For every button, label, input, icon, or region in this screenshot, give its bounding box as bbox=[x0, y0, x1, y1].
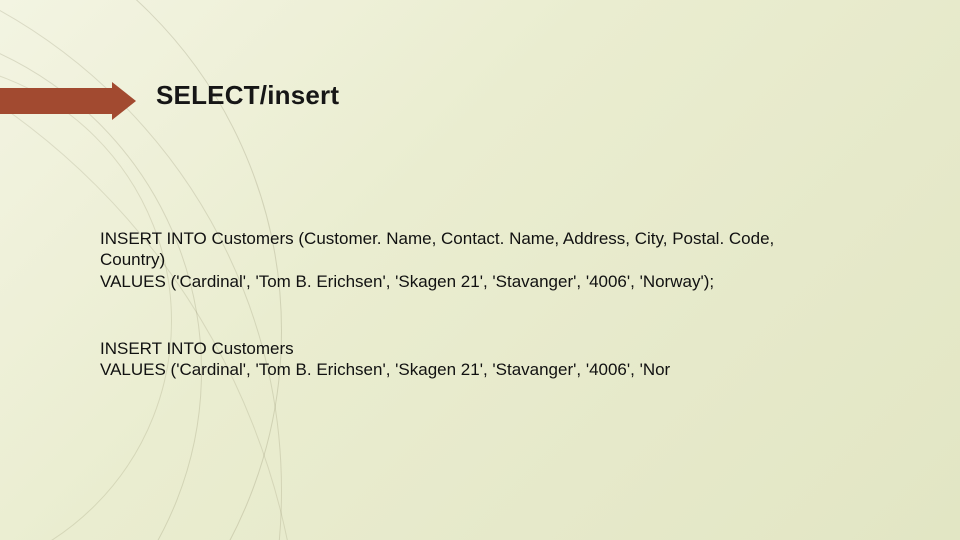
code-line: INSERT INTO Customers bbox=[100, 338, 890, 359]
title-ribbon-arrow-icon bbox=[112, 82, 136, 120]
slide-body: INSERT INTO Customers (Customer. Name, C… bbox=[100, 228, 890, 380]
slide: SELECT/insert INSERT INTO Customers (Cus… bbox=[0, 0, 960, 540]
slide-title: SELECT/insert bbox=[156, 80, 339, 111]
sql-example-1: INSERT INTO Customers (Customer. Name, C… bbox=[100, 228, 890, 292]
code-line: Country) bbox=[100, 249, 890, 270]
code-line: VALUES ('Cardinal', 'Tom B. Erichsen', '… bbox=[100, 271, 890, 292]
code-line: VALUES ('Cardinal', 'Tom B. Erichsen', '… bbox=[100, 359, 890, 380]
code-line: INSERT INTO Customers (Customer. Name, C… bbox=[100, 228, 890, 249]
title-ribbon-bar bbox=[0, 88, 112, 114]
sql-example-2: INSERT INTO Customers VALUES ('Cardinal'… bbox=[100, 338, 890, 381]
